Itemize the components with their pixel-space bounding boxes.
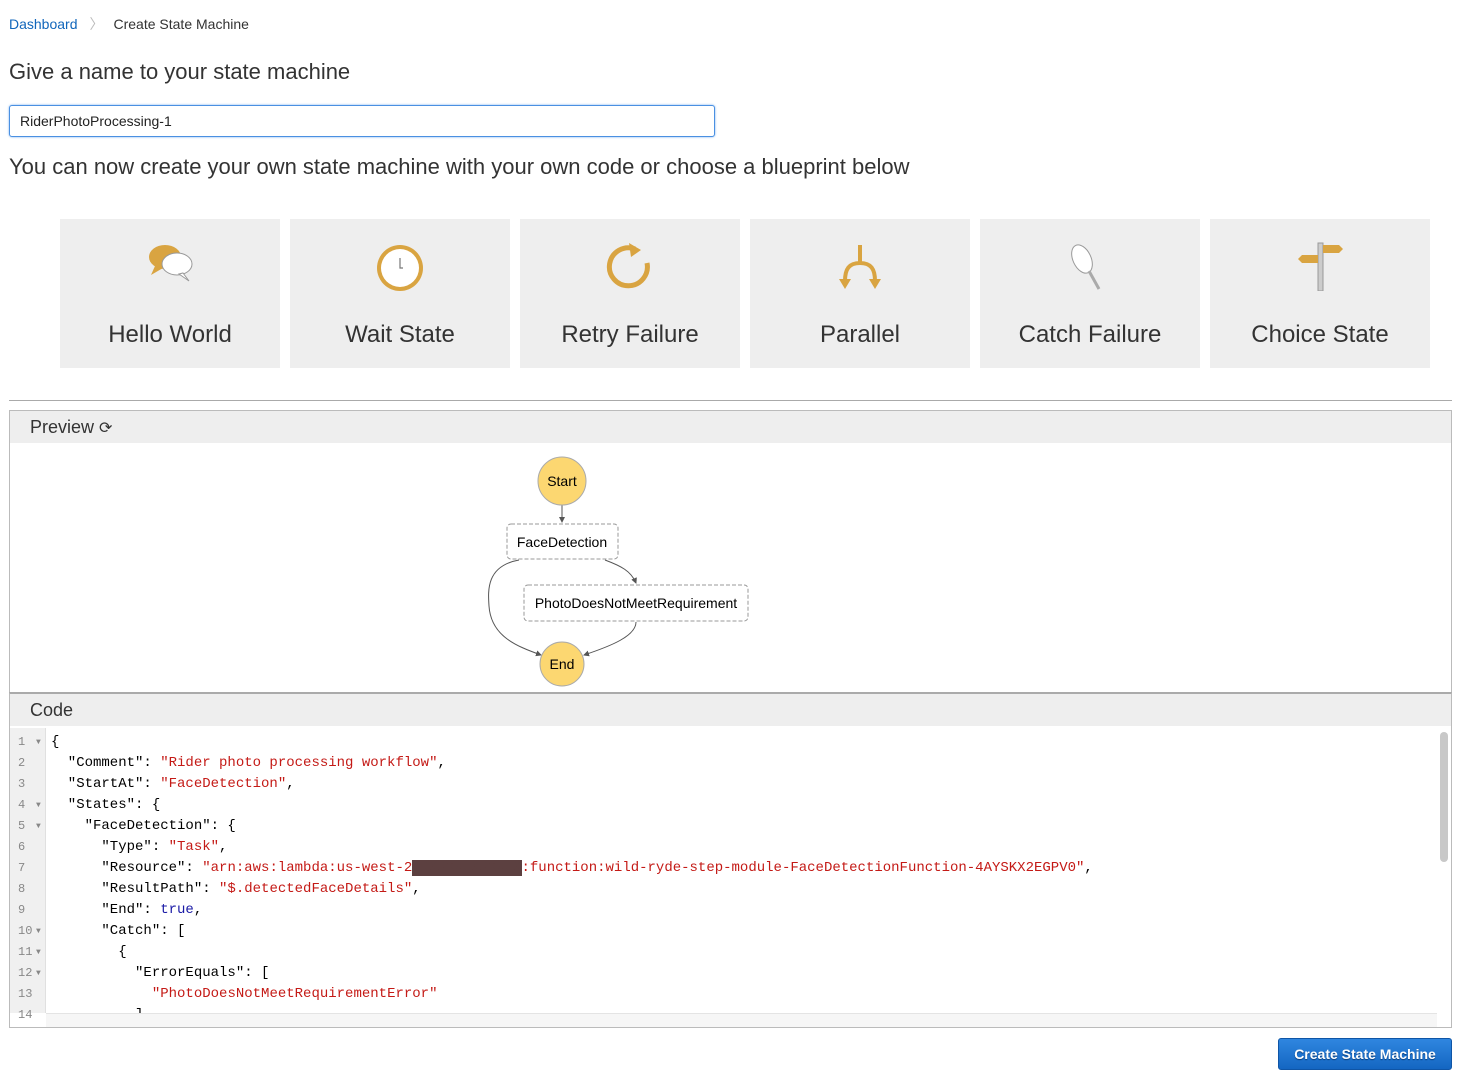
code-line: ] <box>51 1005 143 1013</box>
code-token: , <box>1084 860 1093 876</box>
code-header: Code <box>10 694 1451 726</box>
code-line: "Type": "Task", <box>51 837 227 858</box>
vertical-scrollbar[interactable] <box>1440 732 1448 862</box>
state-graph: Start FaceDetection PhotoDoesNotMeetRequ… <box>488 456 749 687</box>
code-line: "ResultPath": "$.detectedFaceDetails", <box>51 879 421 900</box>
breadcrumb: Dashboard 〉 Create State Machine <box>9 14 249 34</box>
breadcrumb-current: Create State Machine <box>113 16 249 32</box>
code-line: "FaceDetection": { <box>51 816 236 837</box>
code-token: , <box>219 839 228 855</box>
blueprint-label: Catch Failure <box>1018 321 1162 348</box>
code-token: { <box>51 734 60 750</box>
preview-panel: Preview ⟳ Start FaceDetection PhotoDoesN… <box>9 410 1452 693</box>
code-line: "PhotoDoesNotMeetRequirementError" <box>51 984 438 1005</box>
blueprint-label: Choice State <box>1251 321 1389 348</box>
code-line: "StartAt": "FaceDetection", <box>51 774 295 795</box>
code-title: Code <box>30 700 74 720</box>
horizontal-scrollbar[interactable] <box>46 1013 1437 1027</box>
redacted-account-id: :XXXXXXXXXXXX <box>412 860 522 876</box>
create-state-machine-button[interactable]: Create State Machine <box>1278 1038 1452 1070</box>
code-line: "ErrorEquals": [ <box>51 963 269 984</box>
refresh-icon[interactable]: ⟳ <box>99 420 112 437</box>
preview-title: Preview <box>30 417 95 437</box>
code-line: "Catch": [ <box>51 921 185 942</box>
split-arrows-icon <box>839 245 881 289</box>
code-token: :function:wild-ryde-step-module-FaceDete… <box>521 860 1085 876</box>
breadcrumb-dashboard-link[interactable]: Dashboard <box>9 16 78 32</box>
code-token: "Task" <box>168 839 220 855</box>
code-token: "StartAt": <box>51 776 161 792</box>
code-token: "Rider photo processing workflow" <box>160 755 438 771</box>
speech-bubbles-icon <box>149 245 193 282</box>
code-panel: Code 1 ▼ 2 3 4 ▼ 5 ▼ 6 7 8 9 10 ▼ 11 ▼ 12 ▼ 13 14 { "Commen… <box>9 692 1452 1028</box>
blueprint-label: Hello World <box>108 321 232 348</box>
code-token: "States": { <box>51 797 161 813</box>
code-token: , <box>412 881 421 897</box>
code-token: "$.detectedFaceDetails" <box>219 881 413 897</box>
code-token: "PhotoDoesNotMeetRequirementError" <box>151 986 438 1002</box>
code-line: { <box>51 942 127 963</box>
retry-arrow-icon <box>606 243 650 289</box>
page-title: Give a name to your state machine <box>9 59 351 84</box>
code-token: , <box>193 902 203 918</box>
code-token: , <box>437 755 446 771</box>
blueprint-parallel[interactable]: Parallel <box>750 219 970 368</box>
code-token: { <box>51 944 127 960</box>
code-token: "Comment": <box>51 755 161 771</box>
code-token: , <box>286 776 295 792</box>
code-line: { <box>51 732 59 753</box>
code-token: "Catch": [ <box>51 923 186 939</box>
state-machine-name-input[interactable] <box>9 105 715 137</box>
clock-icon <box>377 245 423 291</box>
divider <box>9 400 1452 401</box>
code-line: "Resource": "arn:aws:lambda:us-west-2:XX… <box>51 858 1093 879</box>
code-token: "ErrorEquals": [ <box>51 965 270 981</box>
start-label: Start <box>547 473 577 489</box>
code-token: "End": <box>51 902 161 918</box>
signpost-icon <box>1298 242 1343 291</box>
blueprint-label: Wait State <box>345 321 455 348</box>
end-label: End <box>550 656 575 672</box>
code-token: "FaceDetection": { <box>51 818 236 834</box>
code-line: "End": true, <box>51 900 202 921</box>
state-label: PhotoDoesNotMeetRequirement <box>535 595 737 611</box>
code-token: "Type": <box>51 839 169 855</box>
net-icon <box>1071 244 1101 290</box>
blueprint-label: Retry Failure <box>561 321 699 348</box>
code-token: "Resource": <box>51 860 203 876</box>
blueprint-wait-state[interactable]: Wait State <box>290 219 510 368</box>
breadcrumb-separator-icon: 〉 <box>89 16 104 32</box>
code-editor[interactable]: { "Comment": "Rider photo processing wor… <box>10 728 1437 1013</box>
code-line: "Comment": "Rider photo processing workf… <box>51 753 446 774</box>
blueprint-label: Parallel <box>819 321 901 348</box>
code-token: "arn:aws:lambda:us-west-2 <box>202 860 413 876</box>
code-token: "FaceDetection" <box>160 776 287 792</box>
blueprint-hello-world[interactable]: Hello World <box>60 219 280 368</box>
state-label: FaceDetection <box>517 534 607 550</box>
code-line: "States": { <box>51 795 160 816</box>
preview-header: Preview ⟳ <box>10 411 1451 443</box>
blueprint-choice-state[interactable]: Choice State <box>1210 219 1430 368</box>
code-token: "ResultPath": <box>51 881 220 897</box>
blueprint-catch-failure[interactable]: Catch Failure <box>980 219 1200 368</box>
code-token: true <box>160 902 194 918</box>
blueprint-retry-failure[interactable]: Retry Failure <box>520 219 740 368</box>
blueprint-subtitle: You can now create your own state machin… <box>9 154 910 179</box>
